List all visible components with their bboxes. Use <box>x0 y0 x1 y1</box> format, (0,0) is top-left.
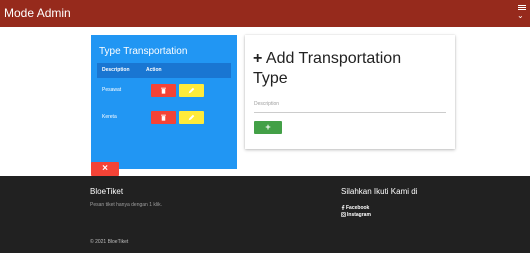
table-row: Kereta <box>97 109 231 127</box>
delete-button[interactable] <box>151 111 176 124</box>
add-transportation-card: + Add Transportation Type Description + <box>245 35 455 149</box>
add-title-plus-icon: + <box>253 50 263 67</box>
delete-button[interactable] <box>151 84 176 97</box>
add-card-title: + Add Transportation Type <box>253 49 433 89</box>
table-row: Pesawat <box>97 82 231 100</box>
footer-follow-title: Silahkan Ikuti Kami di <box>341 187 418 196</box>
column-action: Action <box>146 67 162 73</box>
type-transportation-card: Type Transportation Description Action P… <box>91 35 237 169</box>
instagram-link-label: Instagram <box>347 212 371 218</box>
table-header: Description Action <box>97 63 231 78</box>
description-label: Description <box>254 101 280 107</box>
app-title: Mode Admin <box>4 6 71 20</box>
footer-brand: BloeTiket <box>90 187 124 196</box>
close-button[interactable]: × <box>91 162 119 176</box>
footer-copyright: © 2021 BloeTiket <box>90 239 129 245</box>
instagram-icon <box>341 212 346 218</box>
trash-icon <box>161 87 166 94</box>
plus-icon: + <box>265 122 271 132</box>
instagram-link[interactable]: Instagram <box>341 212 371 219</box>
description-input[interactable] <box>254 112 446 113</box>
list-chevron-icon[interactable]: ⌄ <box>517 3 527 23</box>
add-title-text: Add Transportation Type <box>253 50 402 87</box>
top-navbar: Mode Admin ⌄ <box>0 0 530 27</box>
add-button[interactable]: + <box>254 121 282 134</box>
close-icon: × <box>102 163 108 174</box>
facebook-icon <box>341 205 345 211</box>
facebook-link-label: Facebook <box>346 205 370 211</box>
footer-tagline: Pesan tiket hanya dengan 1 klik. <box>90 202 162 208</box>
trash-icon <box>161 114 166 121</box>
footer: BloeTiket Pesan tiket hanya dengan 1 kli… <box>0 176 530 253</box>
edit-button[interactable] <box>179 111 204 124</box>
facebook-link[interactable]: Facebook <box>341 205 369 212</box>
pencil-icon <box>188 87 195 94</box>
row-description: Pesawat <box>102 87 122 93</box>
row-description: Kereta <box>102 114 117 120</box>
type-card-title: Type Transportation <box>99 46 188 57</box>
pencil-icon <box>188 114 195 121</box>
column-description: Description <box>102 67 130 73</box>
edit-button[interactable] <box>179 84 204 97</box>
